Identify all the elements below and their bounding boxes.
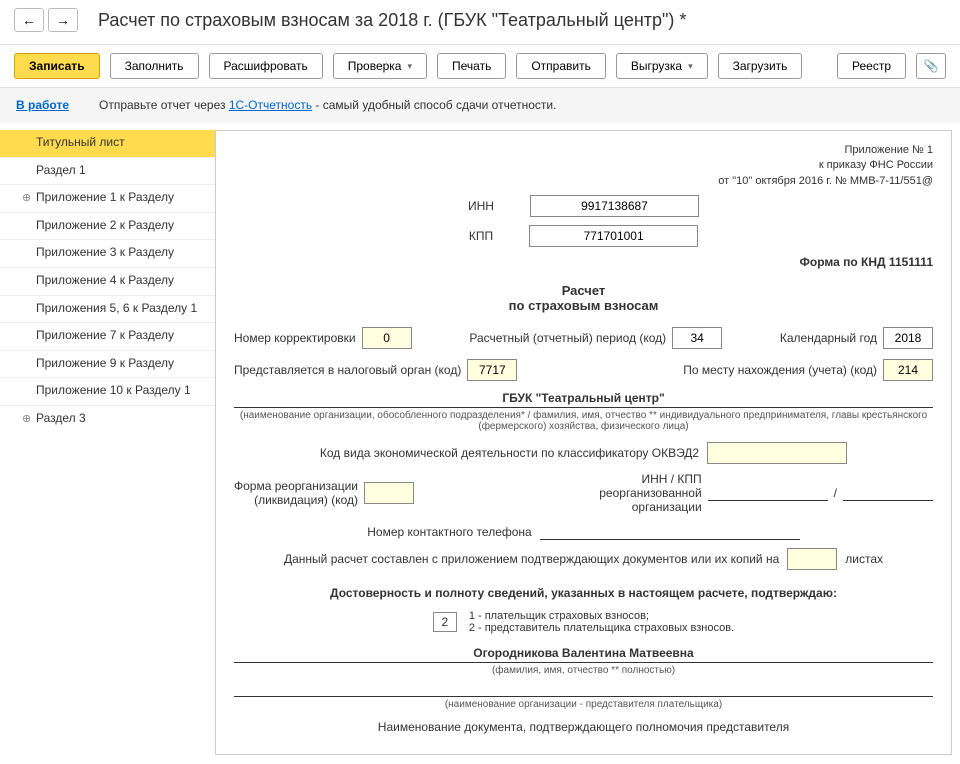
sidebar-item-label: Приложение 2 к Разделу bbox=[36, 218, 174, 232]
expand-icon[interactable]: ⊕ bbox=[22, 191, 31, 205]
sidebar-item-label: Приложение 4 к Разделу bbox=[36, 273, 174, 287]
docs-label-pre: Данный расчет составлен с приложением по… bbox=[284, 552, 779, 566]
fill-button[interactable]: Заполнить bbox=[110, 53, 199, 79]
sidebar-item-label: Раздел 1 bbox=[36, 163, 86, 177]
reorg-kpp-input[interactable] bbox=[843, 485, 933, 501]
info-hint: Отправьте отчет через 1С-Отчетность - са… bbox=[99, 98, 556, 112]
docs-label-post: листах bbox=[845, 552, 883, 566]
sidebar-item-2[interactable]: ⊕ Приложение 1 к Разделу bbox=[0, 184, 215, 212]
okved-input[interactable] bbox=[707, 442, 847, 464]
reorg-inn-label: ИНН / КПП реорганизованной организации bbox=[552, 472, 702, 514]
sidebar-item-label: Приложение 7 к Разделу bbox=[36, 328, 174, 342]
decrypt-button[interactable]: Расшифровать bbox=[209, 53, 323, 79]
status-link[interactable]: В работе bbox=[16, 98, 69, 112]
corr-input[interactable] bbox=[362, 327, 412, 349]
rep-org-line[interactable] bbox=[234, 696, 933, 697]
loc-label: По месту нахождения (учета) (код) bbox=[683, 363, 877, 377]
inn-label: ИНН bbox=[468, 199, 494, 213]
rep-hint: (наименование организации - представител… bbox=[234, 699, 933, 710]
send-button[interactable]: Отправить bbox=[516, 53, 606, 79]
corr-label: Номер корректировки bbox=[234, 331, 356, 345]
annex-info: Приложение № 1 к приказу ФНС России от "… bbox=[234, 143, 933, 189]
back-button[interactable]: ← bbox=[14, 8, 44, 32]
check-button[interactable]: Проверка bbox=[333, 53, 427, 79]
sidebar-item-4[interactable]: Приложение 3 к Разделу bbox=[0, 239, 215, 267]
sidebar-item-10[interactable]: ⊕ Раздел 3 bbox=[0, 405, 215, 433]
kpp-input[interactable] bbox=[529, 225, 698, 247]
save-button[interactable]: Записать bbox=[14, 53, 100, 79]
org-hint: (наименование организации, обособленного… bbox=[234, 410, 933, 432]
phone-input[interactable] bbox=[540, 524, 800, 540]
confirm-title: Достоверность и полноту сведений, указан… bbox=[234, 586, 933, 600]
tax-auth-input[interactable] bbox=[467, 359, 517, 381]
sidebar-item-label: Приложения 5, 6 к Разделу 1 bbox=[36, 301, 197, 315]
registry-button[interactable]: Реестр bbox=[837, 53, 906, 79]
fio: Огородникова Валентина Матвеевна bbox=[234, 646, 933, 663]
sidebar-item-1[interactable]: Раздел 1 bbox=[0, 157, 215, 185]
confirm-code[interactable]: 2 bbox=[433, 612, 457, 632]
sidebar: Титульный лист Раздел 1 ⊕ Приложение 1 к Ра… bbox=[0, 122, 215, 763]
loc-input[interactable] bbox=[883, 359, 933, 381]
print-button[interactable]: Печать bbox=[437, 53, 506, 79]
reorg-label: Форма реорганизации (ликвидация) (код) bbox=[234, 479, 358, 507]
kpp-label: КПП bbox=[469, 229, 493, 243]
okved-label: Код вида экономической деятельности по к… bbox=[320, 446, 699, 460]
forward-button[interactable]: → bbox=[48, 8, 78, 32]
form-title: Расчет по страховым взносам bbox=[234, 283, 933, 313]
sidebar-item-3[interactable]: Приложение 2 к Разделу bbox=[0, 212, 215, 240]
period-input[interactable] bbox=[672, 327, 722, 349]
sidebar-item-8[interactable]: Приложение 9 к Разделу bbox=[0, 350, 215, 378]
sidebar-item-label: Приложение 9 к Разделу bbox=[36, 356, 174, 370]
year-input[interactable] bbox=[883, 327, 933, 349]
reporting-link[interactable]: 1С-Отчетность bbox=[229, 98, 312, 112]
period-label: Расчетный (отчетный) период (код) bbox=[469, 331, 666, 345]
load-button[interactable]: Загрузить bbox=[718, 53, 803, 79]
sidebar-item-label: Приложение 10 к Разделу 1 bbox=[36, 383, 191, 397]
inn-input[interactable] bbox=[530, 195, 699, 217]
sidebar-item-6[interactable]: Приложения 5, 6 к Разделу 1 bbox=[0, 295, 215, 323]
sidebar-item-label: Титульный лист bbox=[36, 135, 125, 149]
sidebar-item-label: Приложение 3 к Разделу bbox=[36, 245, 174, 259]
phone-label: Номер контактного телефона bbox=[367, 525, 531, 539]
reorg-input[interactable] bbox=[364, 482, 414, 504]
fio-hint: (фамилия, имя, отчество ** полностью) bbox=[234, 665, 933, 676]
sidebar-item-0[interactable]: Титульный лист bbox=[0, 130, 215, 157]
attach-button[interactable]: 📎 bbox=[916, 53, 946, 79]
sidebar-item-7[interactable]: Приложение 7 к Разделу bbox=[0, 322, 215, 350]
org-name: ГБУК "Театральный центр" bbox=[234, 391, 933, 408]
doc-label: Наименование документа, подтверждающего … bbox=[378, 720, 789, 734]
knd-label: Форма по КНД 1151111 bbox=[800, 255, 933, 269]
page-title: Расчет по страховым взносам за 2018 г. (… bbox=[98, 10, 686, 31]
sidebar-item-5[interactable]: Приложение 4 к Разделу bbox=[0, 267, 215, 295]
sidebar-item-9[interactable]: Приложение 10 к Разделу 1 bbox=[0, 377, 215, 405]
sidebar-item-label: Раздел 3 bbox=[36, 411, 86, 425]
paperclip-icon: 📎 bbox=[924, 59, 939, 73]
reorg-inn-input[interactable] bbox=[708, 485, 828, 501]
export-button[interactable]: Выгрузка bbox=[616, 53, 708, 79]
expand-icon[interactable]: ⊕ bbox=[22, 412, 31, 426]
tax-auth-label: Представляется в налоговый орган (код) bbox=[234, 363, 461, 377]
year-label: Календарный год bbox=[780, 331, 877, 345]
form-content: Приложение № 1 к приказу ФНС России от "… bbox=[215, 130, 952, 755]
docs-count-input[interactable] bbox=[787, 548, 837, 570]
sidebar-item-label: Приложение 1 к Разделу bbox=[36, 190, 174, 204]
